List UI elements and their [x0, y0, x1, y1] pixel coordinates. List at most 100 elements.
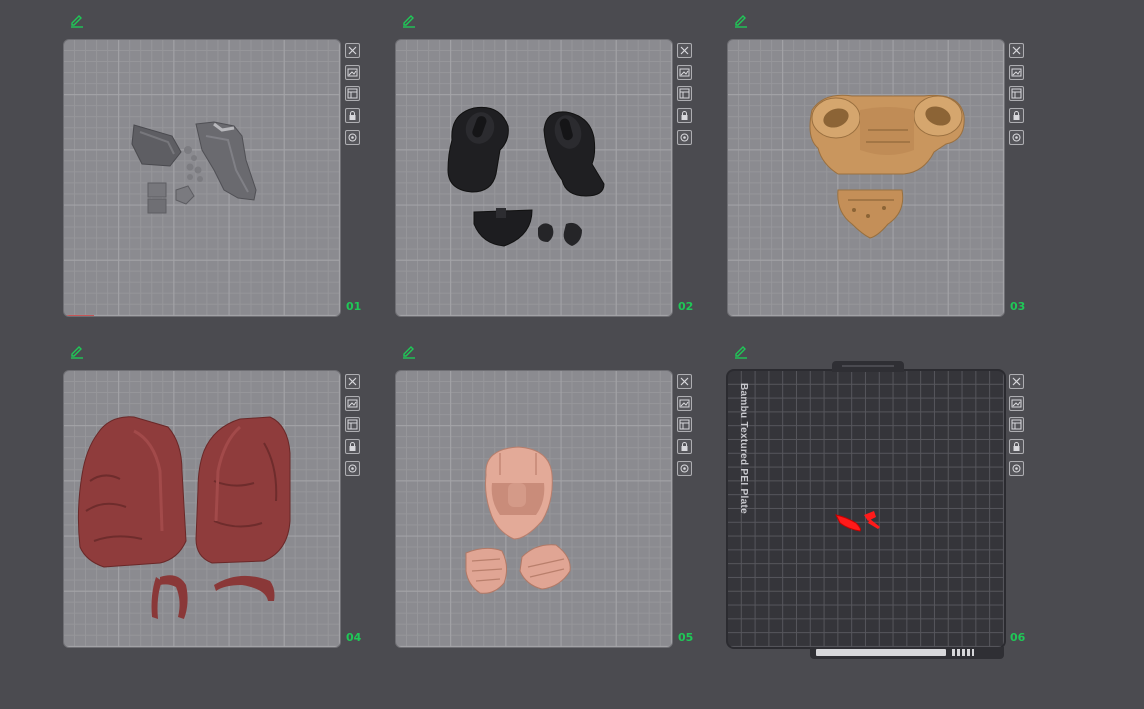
orient-icon — [679, 88, 690, 99]
plate-cell-01: 01 — [64, 15, 384, 340]
auto-arrange-button[interactable] — [1009, 395, 1024, 411]
plate-number: 06 — [1010, 631, 1026, 644]
settings-icon — [1012, 464, 1021, 473]
lock-icon — [349, 442, 356, 452]
plate-number: 03 — [1010, 300, 1026, 313]
build-plate-textured[interactable]: Bambu Textured PEI Plate — [728, 361, 1004, 659]
edit-plate-name-icon[interactable] — [734, 14, 748, 28]
auto-orient-button[interactable] — [1009, 417, 1024, 433]
orient-icon — [347, 88, 358, 99]
plate-workspace: 01 02 03 04 05 Bambu Textured PEI Plate … — [0, 0, 1144, 709]
orient-icon — [1011, 419, 1022, 430]
plate-settings-button[interactable] — [1009, 460, 1024, 476]
plate-cell-04: 04 — [64, 346, 384, 671]
edit-plate-name-icon[interactable] — [402, 14, 416, 28]
edit-plate-name-icon[interactable] — [70, 14, 84, 28]
auto-arrange-button[interactable] — [1009, 64, 1024, 80]
close-icon — [1012, 377, 1021, 386]
lock-icon — [681, 111, 688, 121]
plate-settings-button[interactable] — [677, 129, 692, 145]
arrange-icon — [1011, 68, 1022, 77]
build-plate[interactable] — [728, 40, 1004, 316]
lock-icon — [1013, 442, 1020, 452]
arrange-icon — [679, 399, 690, 408]
edit-plate-name-icon[interactable] — [734, 345, 748, 359]
auto-orient-button[interactable] — [345, 86, 360, 102]
plate-models[interactable] — [64, 40, 340, 316]
plate-toolbar — [677, 43, 693, 145]
plate-info-field — [816, 649, 946, 656]
close-icon — [680, 377, 689, 386]
plate-settings-button[interactable] — [345, 460, 360, 476]
plate-toolbar — [345, 43, 361, 145]
lock-plate-button[interactable] — [677, 439, 692, 455]
remove-plate-button[interactable] — [1009, 43, 1024, 58]
remove-plate-button[interactable] — [345, 43, 360, 58]
auto-orient-button[interactable] — [677, 86, 692, 102]
lock-plate-button[interactable] — [345, 439, 360, 455]
arrange-icon — [347, 68, 358, 77]
build-plate[interactable] — [396, 40, 672, 316]
plate-models[interactable] — [396, 40, 672, 316]
plate-models[interactable] — [728, 371, 1004, 647]
plate-cell-02: 02 — [396, 15, 716, 340]
plate-cell-03: 03 — [728, 15, 1048, 340]
settings-icon — [348, 133, 357, 142]
edit-plate-name-icon[interactable] — [402, 345, 416, 359]
close-icon — [348, 377, 357, 386]
settings-icon — [680, 133, 689, 142]
remove-plate-button[interactable] — [1009, 374, 1024, 389]
close-icon — [348, 46, 357, 55]
axis-gizmo — [64, 315, 94, 316]
close-icon — [680, 46, 689, 55]
auto-arrange-button[interactable] — [345, 395, 360, 411]
settings-icon — [680, 464, 689, 473]
plate-models[interactable] — [64, 371, 340, 647]
plate-toolbar — [1009, 374, 1025, 476]
lock-icon — [349, 111, 356, 121]
build-plate[interactable] — [64, 371, 340, 647]
arrange-icon — [347, 399, 358, 408]
plate-models[interactable] — [728, 40, 1004, 316]
plate-models[interactable] — [396, 371, 672, 647]
plate-settings-button[interactable] — [677, 460, 692, 476]
lock-icon — [1013, 111, 1020, 121]
plate-number: 04 — [346, 631, 362, 644]
plate-toolbar — [677, 374, 693, 476]
orient-icon — [1011, 88, 1022, 99]
auto-orient-button[interactable] — [345, 417, 360, 433]
plate-number: 01 — [346, 300, 362, 313]
close-icon — [1012, 46, 1021, 55]
auto-arrange-button[interactable] — [677, 395, 692, 411]
arrange-icon — [1011, 399, 1022, 408]
arrange-icon — [679, 68, 690, 77]
plate-cell-05: 05 — [396, 346, 716, 671]
settings-icon — [348, 464, 357, 473]
lock-plate-button[interactable] — [677, 108, 692, 124]
plate-footer-tray — [810, 647, 1004, 659]
plate-status-icons — [952, 649, 974, 656]
build-plate[interactable] — [64, 40, 340, 316]
lock-plate-button[interactable] — [1009, 108, 1024, 124]
lock-icon — [681, 442, 688, 452]
edit-plate-name-icon[interactable] — [70, 345, 84, 359]
auto-orient-button[interactable] — [1009, 86, 1024, 102]
plate-toolbar — [345, 374, 361, 476]
remove-plate-button[interactable] — [345, 374, 360, 389]
orient-icon — [347, 419, 358, 430]
auto-arrange-button[interactable] — [345, 64, 360, 80]
remove-plate-button[interactable] — [677, 374, 692, 389]
plate-settings-button[interactable] — [1009, 129, 1024, 145]
auto-arrange-button[interactable] — [677, 64, 692, 80]
remove-plate-button[interactable] — [677, 43, 692, 58]
plate-toolbar — [1009, 43, 1025, 145]
lock-plate-button[interactable] — [345, 108, 360, 124]
plate-settings-button[interactable] — [345, 129, 360, 145]
plate-number: 02 — [678, 300, 694, 313]
plate-cell-06: Bambu Textured PEI Plate 06 — [728, 346, 1048, 671]
build-plate[interactable] — [396, 371, 672, 647]
settings-icon — [1012, 133, 1021, 142]
plate-number: 05 — [678, 631, 694, 644]
lock-plate-button[interactable] — [1009, 439, 1024, 455]
auto-orient-button[interactable] — [677, 417, 692, 433]
